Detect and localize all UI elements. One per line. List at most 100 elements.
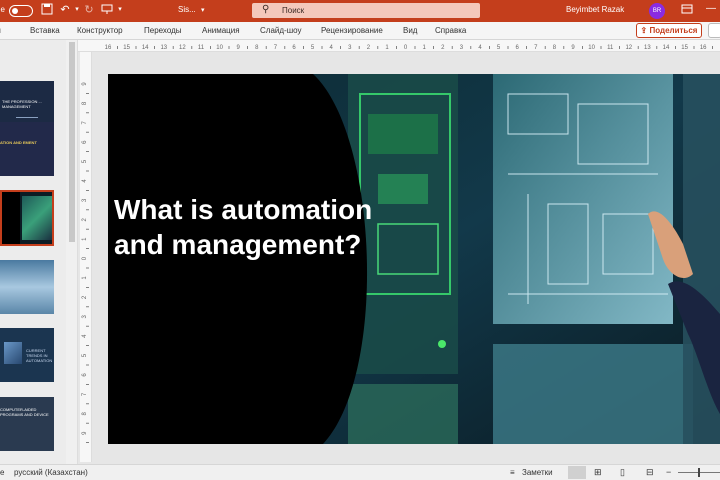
ruler-tick-mark [321,46,323,49]
thumbnail-5-image [4,342,22,364]
notes-icon[interactable]: ≡ [510,468,515,477]
ruler-tick-mark [86,267,89,269]
tab-design[interactable]: Конструктор [77,26,123,35]
thumbnail-6-text: COMPUTER-AIDED PROGRAMS AND DEVICE [0,407,49,417]
zoom-out-icon[interactable]: − [666,467,671,477]
ruler-tick-label: 3 [460,45,464,51]
search-placeholder: Поиск [282,6,305,15]
ruler-tick-label: 5 [82,353,88,357]
horizontal-ruler[interactable]: 16 15 14 13 12 11 10 9 8 7 6 5 4 3 2 1 0 1 2 3 4 5 6 7 8 9 10 11 12 1… [78,40,720,52]
thumbnails-scrollbar[interactable] [66,40,78,464]
minimize-icon[interactable]: — [706,3,716,14]
thumbnail-5-text: CURRENT TRENDS IN AUTOMATION [26,348,53,363]
ruler-tick-label: 4 [478,45,482,51]
save-icon[interactable] [40,3,54,17]
ruler-tick-mark [228,46,230,49]
redo-icon[interactable]: ↻ [82,3,96,17]
file-name-chevron-icon[interactable]: ▾ [201,6,205,14]
ruler-tick-mark [526,46,527,49]
slideshow-icon[interactable]: ⊟ [646,467,654,478]
ruler-tick-mark [637,46,639,49]
ruler-tick-label: 6 [292,45,296,51]
slide-thumbnail-4[interactable] [0,260,54,314]
ruler-tick-mark [396,46,397,49]
ruler-tick-label: 3 [82,314,88,318]
tab-file[interactable]: ая [0,26,1,35]
ruler-tick-label: 13 [160,45,167,51]
ruler-tick-label: 8 [553,45,557,51]
ruler-tick-mark [656,46,658,49]
slide-thumbnail-5[interactable]: CURRENT TRENDS IN AUTOMATION [0,328,54,382]
tab-transitions[interactable]: Переходы [144,26,182,35]
ruler-tick-mark [507,46,509,49]
autosave-label: ие [0,5,5,14]
tab-view[interactable]: Вид [403,26,417,35]
ruler-tick-label: 15 [681,45,688,51]
slide-thumbnail-3-selected[interactable] [0,190,54,246]
ruler-tick-label: 4 [330,45,334,51]
file-name[interactable]: Sis... [178,5,196,14]
ruler-tick-label: 7 [82,120,88,124]
ruler-tick-label: 2 [82,295,88,299]
ruler-tick-mark [675,46,676,49]
notes-button[interactable]: Заметки [522,468,553,477]
slide-thumbnail-6[interactable]: COMPUTER-AIDED PROGRAMS AND DEVICE [0,397,54,451]
slide-title[interactable]: What is automation and management? [114,192,374,262]
ruler-tick-mark [582,46,583,49]
present-icon[interactable] [100,3,114,17]
ruler-tick-mark [303,46,304,49]
ruler-tick-label: 6 [516,45,520,51]
ruler-tick-label: 9 [237,45,241,51]
vertical-ruler-ticks: 9 8 7 6 5 4 3 2 1 0 1 2 3 4 5 6 7 8 9 [82,82,89,443]
ruler-tick-mark [86,190,89,191]
ruler-tick-label: 5 [82,159,88,163]
search-input[interactable]: ⚲ Поиск [252,3,480,18]
tab-review[interactable]: Рецензирование [321,26,383,35]
ruler-tick-label: 6 [82,140,88,144]
ruler-tick-label: 9 [82,431,88,435]
tab-animations[interactable]: Анимация [202,26,240,35]
ruler-tick-mark [117,46,118,49]
scrollbar-thumb[interactable] [69,42,75,242]
slide-current[interactable]: What is automation and management? [108,74,720,444]
ruler-tick-label: 10 [588,45,595,51]
customize-qat-icon[interactable]: ▾ [113,3,127,17]
reading-view-icon[interactable]: ▯ [620,467,625,478]
thumbnail-3-black-panel [2,192,20,244]
ruler-tick-label: 5 [311,45,315,51]
share-button[interactable]: ⇪ Поделиться [636,23,702,38]
ruler-tick-mark [86,325,89,327]
tab-help[interactable]: Справка [435,26,466,35]
ruler-tick-mark [712,46,713,49]
zoom-slider-thumb[interactable] [698,468,700,477]
ruler-tick-mark [414,46,416,49]
ruler-tick-label: 14 [663,45,670,51]
user-name[interactable]: Beyimbet Razak [566,5,624,14]
ruler-tick-mark [210,46,211,49]
vertical-ruler[interactable]: 9 8 7 6 5 4 3 2 1 0 1 2 3 4 5 6 7 8 9 [80,52,92,462]
comments-button[interactable] [708,23,720,38]
sorter-view-icon[interactable]: ⊞ [594,467,602,478]
tab-slideshow[interactable]: Слайд-шоу [260,26,301,35]
ruler-tick-mark [86,248,89,249]
ribbon-display-icon[interactable] [681,3,693,17]
ruler-tick-label: 8 [255,45,259,51]
ribbon-tabs: ая Вставка Конструктор Переходы Анимация… [0,22,720,40]
slide-thumbnail-2[interactable]: ATION AND EMENT [0,122,54,176]
tab-insert[interactable]: Вставка [30,26,60,35]
ruler-tick-mark [86,306,89,308]
ruler-tick-label: 1 [385,45,389,51]
toggle-knob [12,8,18,14]
thumbnail-1-text: THE PROFESSION ... MANAGEMENT [2,99,42,109]
autosave-toggle[interactable] [9,5,33,17]
ruler-tick-mark [693,46,695,49]
ruler-tick-mark [433,46,434,49]
status-bar: е русский (Казахстан) ≡ Заметки ⊞ ▯ ⊟ − [0,464,720,480]
normal-view-icon[interactable] [568,466,586,479]
thumbnail-2-text: ATION AND EMENT [0,140,37,145]
ruler-tick-mark [470,46,472,49]
language-indicator[interactable]: русский (Казахстан) [14,468,88,477]
ruler-tick-mark [377,46,379,49]
ruler-tick-mark [172,46,174,49]
avatar[interactable]: BR [649,3,665,19]
